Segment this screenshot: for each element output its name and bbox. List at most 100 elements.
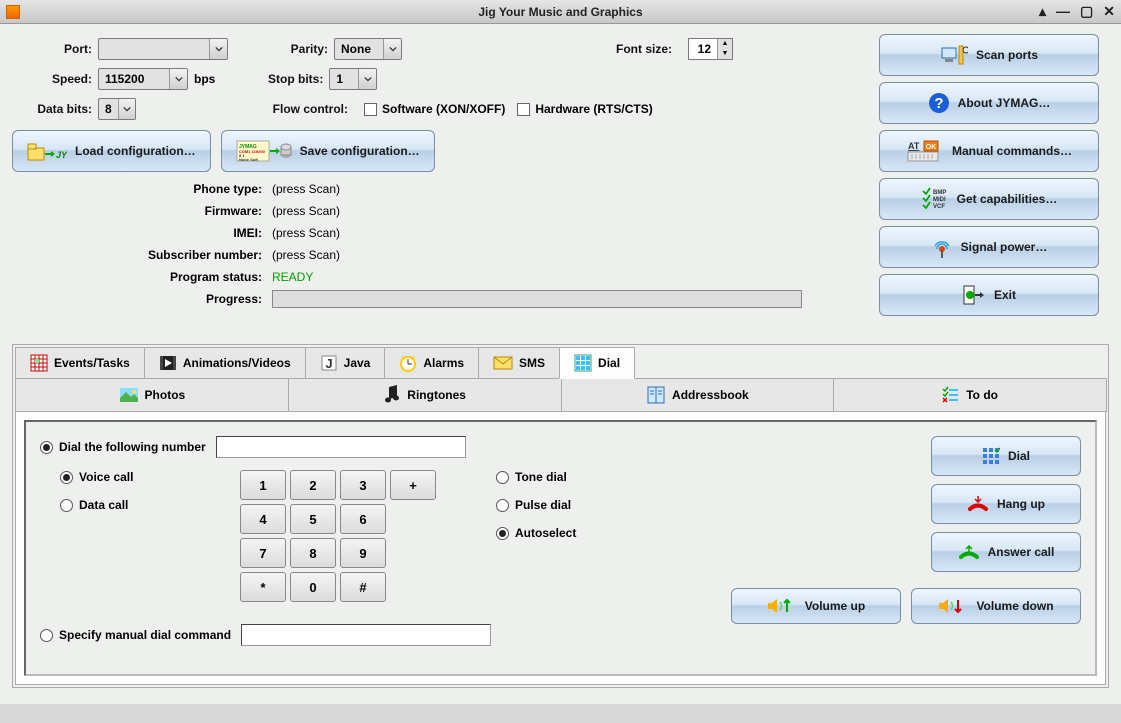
keypad-key-3[interactable]: 3: [340, 470, 386, 500]
keypad: 123+456 789 *0#: [240, 470, 436, 602]
keypad-icon: [574, 354, 592, 372]
keypad-icon: [982, 447, 1000, 465]
volume-down-button[interactable]: Volume down: [911, 588, 1081, 624]
minimize-icon[interactable]: —: [1056, 3, 1070, 20]
fontsize-label: Font size:: [402, 42, 672, 56]
svg-text:OK: OK: [926, 144, 937, 151]
tab-photos[interactable]: Photos: [15, 378, 289, 412]
radio-dial-number[interactable]: Dial the following number: [40, 440, 206, 454]
keypad-key-7[interactable]: 7: [240, 538, 286, 568]
checkbox-icon: [364, 103, 377, 116]
imei-value: (press Scan): [272, 226, 340, 240]
question-icon: ?: [928, 92, 950, 114]
window-title: Jig Your Music and Graphics: [0, 5, 1121, 19]
parity-label: Parity:: [228, 42, 328, 56]
keypad-key-6[interactable]: 6: [340, 504, 386, 534]
tab-alarms[interactable]: Alarms: [384, 347, 479, 379]
keypad-key-8[interactable]: 8: [290, 538, 336, 568]
volume-up-button[interactable]: Volume up: [731, 588, 901, 624]
java-icon: J: [320, 354, 338, 372]
save-config-button[interactable]: JYMAGCOM1 1152008 1None Soft Save config…: [221, 130, 435, 172]
keypad-key-#[interactable]: #: [340, 572, 386, 602]
film-icon: [159, 354, 177, 372]
parity-combo[interactable]: None: [334, 38, 402, 60]
stopbits-label: Stop bits:: [215, 72, 323, 86]
firmware-value: (press Scan): [272, 204, 340, 218]
load-config-icon: JYMAG: [27, 140, 67, 162]
stopbits-combo[interactable]: 1: [329, 68, 377, 90]
subscriber-value: (press Scan): [272, 248, 340, 262]
speed-label: Speed:: [12, 72, 92, 86]
scan-ports-icon: [940, 44, 968, 66]
manual-commands-button[interactable]: ATOK Manual commands…: [879, 130, 1099, 172]
answer-icon: [958, 542, 980, 562]
alarm-icon: [399, 354, 417, 372]
answer-button[interactable]: Answer call: [931, 532, 1081, 572]
keypad-key-4[interactable]: 4: [240, 504, 286, 534]
tab-sms[interactable]: SMS: [478, 347, 560, 379]
flow-hardware-checkbox[interactable]: Hardware (RTS/CTS): [517, 102, 652, 116]
photo-icon: [119, 387, 139, 403]
tab-addressbook[interactable]: Addressbook: [561, 378, 835, 412]
keypad-key-1[interactable]: 1: [240, 470, 286, 500]
signal-power-button[interactable]: Signal power…: [879, 226, 1099, 268]
port-combo[interactable]: [98, 38, 228, 60]
calendar-icon: [30, 354, 48, 372]
radio-manual-command[interactable]: Specify manual dial command: [40, 628, 231, 642]
keypad-key-2[interactable]: 2: [290, 470, 336, 500]
tab-dial[interactable]: Dial: [559, 347, 635, 379]
databits-combo[interactable]: 8: [98, 98, 136, 120]
chevron-down-icon: [118, 99, 135, 119]
fontsize-spinner[interactable]: 12 ▲▼: [688, 38, 733, 60]
maximize-icon[interactable]: ▢: [1080, 3, 1093, 20]
checklist-icon: [942, 386, 960, 404]
keypad-key-0[interactable]: 0: [290, 572, 336, 602]
radio-data-call[interactable]: Data call: [60, 498, 210, 512]
titlebar: Jig Your Music and Graphics ▴ — ▢ ✕: [0, 0, 1121, 24]
dial-button[interactable]: Dial: [931, 436, 1081, 476]
progress-label: Progress:: [12, 292, 272, 306]
tab-todo[interactable]: To do: [833, 378, 1107, 412]
svg-text:JYMAG: JYMAG: [56, 150, 67, 160]
tab-ringtones[interactable]: Ringtones: [288, 378, 562, 412]
keypad-key-5[interactable]: 5: [290, 504, 336, 534]
phone-type-value: (press Scan): [272, 182, 340, 196]
chevron-down-icon: [169, 69, 187, 89]
imei-label: IMEI:: [12, 226, 272, 240]
about-button[interactable]: ? About JYMAG…: [879, 82, 1099, 124]
volume-down-icon: [938, 596, 968, 616]
svg-text:VCF: VCF: [933, 204, 945, 210]
get-capabilities-button[interactable]: BMPMIDIVCF Get capabilities…: [879, 178, 1099, 220]
radio-tone-dial[interactable]: Tone dial: [496, 470, 576, 484]
addressbook-icon: [646, 386, 666, 404]
speed-combo[interactable]: 115200: [98, 68, 188, 90]
chevron-down-icon: [358, 69, 376, 89]
exit-button[interactable]: Exit: [879, 274, 1099, 316]
music-note-icon: [383, 385, 401, 405]
manual-command-input[interactable]: [241, 624, 491, 646]
spinner-up-icon[interactable]: ▲: [718, 39, 732, 49]
close-icon[interactable]: ✕: [1103, 3, 1115, 20]
svg-text:AT: AT: [908, 141, 920, 151]
svg-text:None Soft: None Soft: [239, 157, 259, 162]
svg-text:BMP: BMP: [933, 190, 946, 196]
radio-autoselect[interactable]: Autoselect: [496, 526, 576, 540]
tab-java[interactable]: JJava: [305, 347, 386, 379]
spinner-down-icon[interactable]: ▼: [718, 49, 732, 59]
flowcontrol-label: Flow control:: [136, 102, 348, 116]
keypad-key-9[interactable]: 9: [340, 538, 386, 568]
exit-icon: [962, 284, 986, 306]
pin-icon[interactable]: ▴: [1039, 3, 1046, 20]
radio-voice-call[interactable]: Voice call: [60, 470, 210, 484]
scan-ports-button[interactable]: Scan ports: [879, 34, 1099, 76]
flow-software-checkbox[interactable]: Software (XON/XOFF): [364, 102, 505, 116]
load-config-button[interactable]: JYMAG Load configuration…: [12, 130, 211, 172]
tab-animations[interactable]: Animations/Videos: [144, 347, 306, 379]
svg-text:MIDI: MIDI: [933, 197, 946, 203]
keypad-key-*[interactable]: *: [240, 572, 286, 602]
dial-number-input[interactable]: [216, 436, 466, 458]
radio-pulse-dial[interactable]: Pulse dial: [496, 498, 576, 512]
tab-events[interactable]: Events/Tasks: [15, 347, 145, 379]
hangup-button[interactable]: Hang up: [931, 484, 1081, 524]
keypad-key-+[interactable]: +: [390, 470, 436, 500]
